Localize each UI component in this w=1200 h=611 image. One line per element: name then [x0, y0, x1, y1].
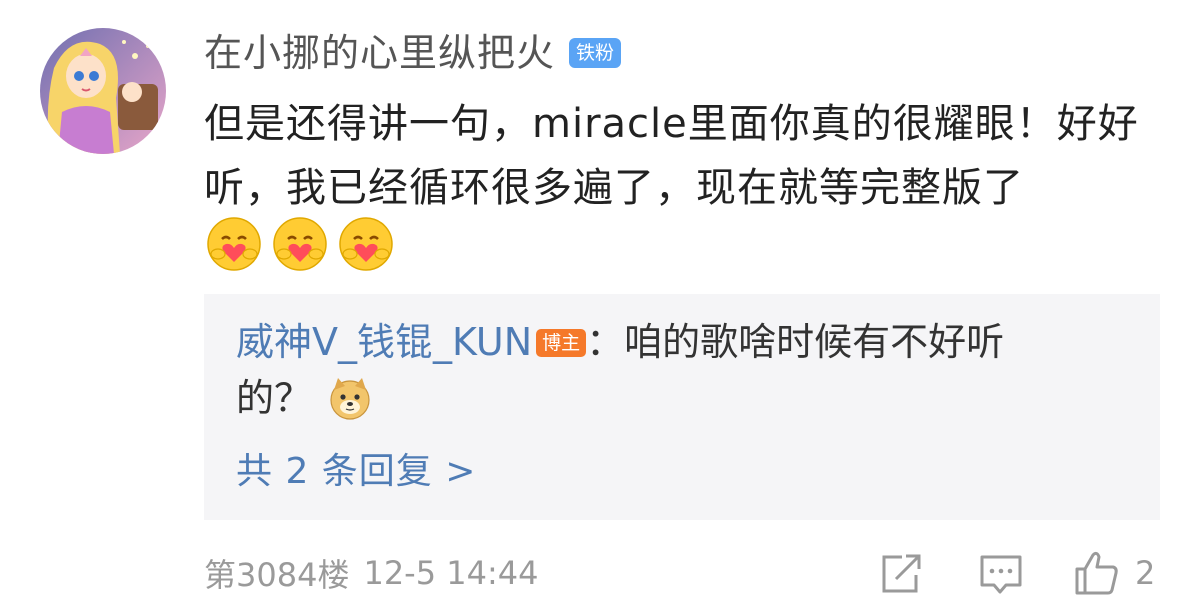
reply-line: 威神V_钱锟_KUN 博主 ：咱的歌啥时候有不好听: [236, 312, 1096, 372]
emoji-row: [204, 214, 396, 278]
comment-card: 在小挪的心里纵把火 铁粉 但是还得讲一句，miracle里面你真的很耀眼！好好听…: [0, 0, 1200, 611]
hug-emoji: [204, 214, 264, 278]
host-badge: 博主: [536, 329, 587, 357]
reply-box[interactable]: 威神V_钱锟_KUN 博主 ：咱的歌啥时候有不好听 的？ 共 2 条回复 >: [204, 294, 1160, 520]
reply-text: 咱的歌啥时候有不好听: [624, 320, 1005, 364]
comment-meta: 第3084楼 12-5 14:44: [204, 548, 538, 598]
avatar[interactable]: [40, 28, 166, 154]
more-replies-link[interactable]: 共 2 条回复 >: [236, 444, 476, 500]
hug-emoji: [270, 214, 330, 278]
fan-badge: 铁粉: [569, 38, 622, 68]
username[interactable]: 在小挪的心里纵把火: [204, 25, 555, 81]
floor-number: 第3084楼: [204, 556, 350, 594]
reply-text-continued: 的？: [236, 376, 313, 420]
comment-text: 但是还得讲一句，miracle里面你真的很耀眼！好好听，我已经循环很多遍了，现在…: [204, 101, 1139, 211]
like-count: 2: [1135, 554, 1156, 592]
comment-button[interactable]: [978, 545, 1024, 601]
share-button[interactable]: [878, 545, 922, 601]
reply-separator: ：: [586, 320, 625, 364]
avatar-image: [40, 28, 166, 154]
comment-header: 在小挪的心里纵把火 铁粉: [204, 25, 622, 81]
share-icon: [882, 554, 921, 593]
timestamp: 12-5 14:44: [363, 554, 539, 592]
like-icon: [1075, 551, 1118, 595]
doge-emoji: [330, 378, 370, 420]
reply-author[interactable]: 威神V_钱锟_KUN: [236, 320, 532, 364]
hug-emoji: [336, 214, 396, 278]
like-button[interactable]: 2: [1073, 545, 1155, 601]
reply-line-2: 的？: [236, 368, 372, 428]
comment-icon: [980, 555, 1022, 594]
